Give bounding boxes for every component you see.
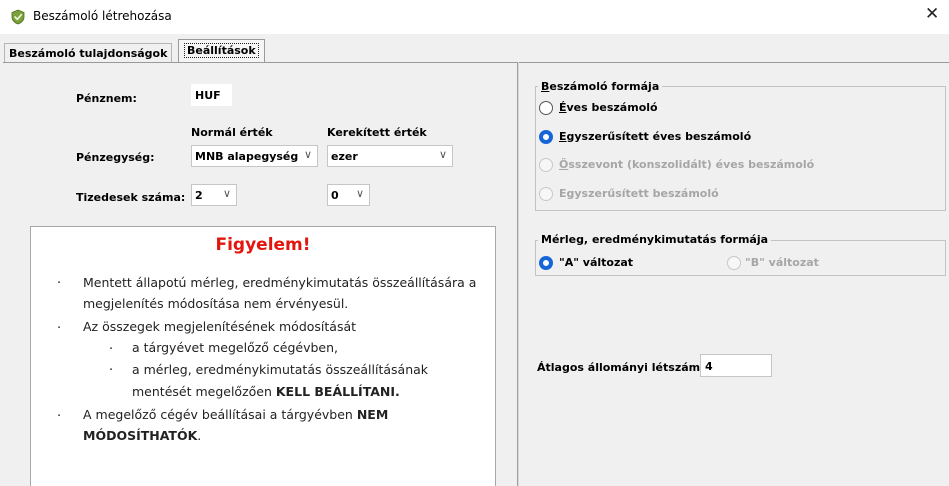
- decimals-rounded-value: 0: [331, 189, 339, 202]
- notice-text: A megelőző cégév beállításai a tárgyévbe…: [83, 407, 357, 422]
- unit-normal-select[interactable]: MNB alapegység ∨: [191, 145, 318, 167]
- bullet: ·: [57, 276, 62, 291]
- radio-simplified-annual-report[interactable]: [539, 130, 553, 144]
- notice-text: mentését megelőzően: [132, 384, 276, 399]
- decimals-normal-select[interactable]: 2 ∨: [191, 184, 237, 206]
- headcount-label: Átlagos állományi létszám:: [537, 361, 705, 374]
- decimals-normal-value: 2: [195, 189, 203, 202]
- tab-settings[interactable]: Beállítások: [178, 39, 265, 63]
- radio-annual-report[interactable]: [539, 101, 553, 115]
- decimals-label: Tizedesek száma:: [76, 191, 186, 204]
- currency-input[interactable]: HUF: [191, 84, 232, 106]
- notice-line: a mérleg, eredménykimutatás összeállítás…: [132, 362, 429, 377]
- window-title: Beszámoló létrehozása: [33, 9, 172, 23]
- tab-report-properties-label: Beszámoló tulajdonságok: [9, 47, 168, 60]
- chevron-down-icon: ∨: [438, 148, 447, 161]
- radio-annual-report-label[interactable]: Éves beszámoló: [559, 101, 658, 114]
- bullet: ·: [109, 363, 114, 378]
- chevron-down-icon: ∨: [355, 187, 364, 200]
- radio-variant-b: [727, 256, 741, 270]
- radio-variant-a-label[interactable]: "A" változat: [559, 256, 633, 269]
- rounded-value-header: Kerekített érték: [327, 126, 427, 139]
- bullet: ·: [57, 321, 62, 336]
- unit-label: Pénzegység:: [76, 151, 155, 164]
- report-form-group-title: Beszámoló formája: [538, 80, 663, 93]
- bullet: ·: [57, 409, 62, 424]
- radio-simplified-annual-report-label[interactable]: Egyszerűsített éves beszámoló: [559, 130, 751, 143]
- headcount-input[interactable]: 4: [700, 354, 772, 377]
- notice-line: Az összegek megjelenítésének módosítását: [83, 319, 357, 334]
- notice-emphasis: NEM: [356, 407, 389, 422]
- currency-label: Pénznem:: [76, 92, 137, 105]
- bullet: ·: [109, 342, 114, 357]
- radio-consolidated-report: [539, 158, 553, 172]
- unit-rounded-value: ezer: [331, 150, 358, 163]
- warning-notice: Figyelem! · Mentett állapotú mérleg, ere…: [30, 226, 496, 486]
- unit-rounded-select[interactable]: ezer ∨: [327, 145, 453, 167]
- radio-consolidated-report-label: Összevont (konszolidált) éves beszámoló: [559, 158, 815, 171]
- radio-simplified-report: [539, 187, 553, 201]
- notice-title: Figyelem!: [215, 235, 311, 255]
- radio-variant-a[interactable]: [539, 256, 553, 270]
- chevron-down-icon: ∨: [303, 148, 312, 161]
- notice-emphasis: KELL BEÁLLÍTANI.: [275, 384, 400, 399]
- notice-emphasis: MÓDOSÍTHATÓK: [83, 428, 198, 443]
- notice-line: MÓDOSÍTHATÓK.: [83, 426, 201, 446]
- notice-line: a tárgyévet megelőző cégévben,: [132, 340, 338, 355]
- notice-line: mentését megelőzően KELL BEÁLLÍTANI.: [132, 382, 400, 402]
- unit-normal-value: MNB alapegység: [195, 150, 299, 163]
- notice-text: .: [197, 428, 202, 443]
- balance-form-group-title: Mérleg, eredménykimutatás formája: [538, 233, 772, 246]
- notice-line: A megelőző cégév beállításai a tárgyévbe…: [83, 405, 388, 425]
- tab-report-properties[interactable]: Beszámoló tulajdonságok: [4, 43, 173, 63]
- notice-line: megjelenítés módosítása nem érvényesül.: [83, 296, 349, 311]
- panel-splitter[interactable]: [517, 62, 519, 486]
- title-bar: Beszámoló létrehozása ✕: [0, 0, 949, 34]
- decimals-rounded-select[interactable]: 0 ∨: [327, 184, 370, 206]
- close-icon[interactable]: ✕: [925, 4, 939, 24]
- app-shield-icon: [11, 9, 25, 25]
- tab-settings-label: Beállítások: [184, 43, 259, 58]
- radio-variant-b-label: "B" változat: [745, 256, 819, 269]
- chevron-down-icon: ∨: [222, 187, 231, 200]
- normal-value-header: Normál érték: [191, 126, 273, 139]
- notice-line: Mentett állapotú mérleg, eredménykimutat…: [83, 275, 477, 290]
- radio-simplified-report-label: Egyszerűsített beszámoló: [559, 187, 719, 200]
